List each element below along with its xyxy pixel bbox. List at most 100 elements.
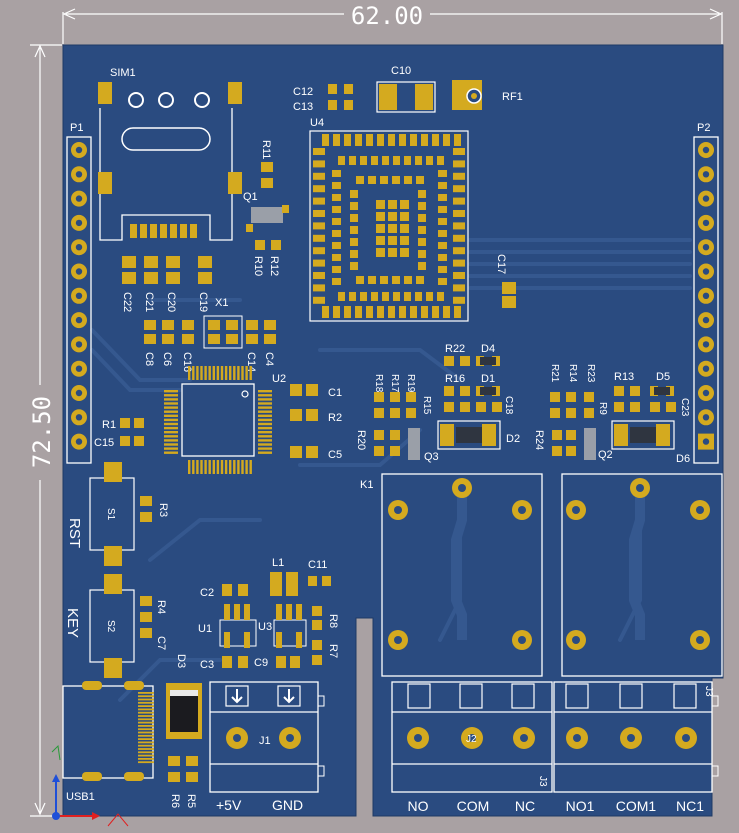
module-pad xyxy=(392,176,400,184)
module-pad xyxy=(438,254,447,261)
module-pad xyxy=(338,292,345,301)
label-s2: S2 xyxy=(105,620,116,633)
label-u4: U4 xyxy=(310,117,324,129)
module-pad xyxy=(360,292,367,301)
usb-pin xyxy=(138,725,154,727)
module-pad xyxy=(344,134,351,146)
label-r17: R17 xyxy=(389,374,400,393)
label-gnd: GND xyxy=(272,797,303,813)
header-pin-hole xyxy=(75,268,83,275)
module-pad xyxy=(416,176,424,184)
label-r19: R19 xyxy=(405,374,416,393)
header-pin-hole xyxy=(702,195,710,202)
module-pad xyxy=(350,190,358,198)
label-r6: R6 xyxy=(169,794,181,808)
qfp-pad xyxy=(258,414,272,417)
module-pad xyxy=(410,306,417,318)
label-j3: J3 xyxy=(537,776,548,787)
module-pad xyxy=(388,200,397,209)
label-r10: R10 xyxy=(252,256,264,276)
module-pad xyxy=(438,242,447,249)
label-c5: C5 xyxy=(328,449,342,461)
label-c12: C12 xyxy=(293,86,313,98)
label-c21: C21 xyxy=(143,292,155,312)
header-pin-hole xyxy=(702,389,710,397)
qfp-pad xyxy=(188,366,191,380)
module-pad xyxy=(453,259,465,267)
module-pad xyxy=(313,222,325,230)
module-pad xyxy=(418,190,426,198)
module-pad xyxy=(418,214,426,222)
label-c19: C19 xyxy=(197,292,209,312)
diode-d3 xyxy=(166,683,202,739)
qfp-pad xyxy=(208,366,211,380)
module-pad xyxy=(388,224,397,233)
label-u1: U1 xyxy=(198,623,212,635)
module-pad xyxy=(453,197,465,205)
module-pad xyxy=(313,197,325,205)
label-no: NO xyxy=(408,798,429,814)
qfp-pad xyxy=(192,366,195,380)
qfp-pad xyxy=(164,439,178,442)
label-u3: U3 xyxy=(258,621,272,633)
module-pad xyxy=(418,202,426,210)
label-r9: R9 xyxy=(597,402,608,415)
module-pad xyxy=(399,306,406,318)
usb-pin xyxy=(138,731,154,734)
module-pad xyxy=(438,230,447,237)
module-pad xyxy=(313,185,325,193)
module-pad xyxy=(392,276,400,284)
module-pad xyxy=(376,248,385,257)
qfp-pad xyxy=(224,366,228,380)
module-pad xyxy=(360,156,367,165)
label-r14: R14 xyxy=(567,364,578,383)
qfp-pad xyxy=(200,366,203,380)
label-d6: D6 xyxy=(676,453,690,465)
module-pad xyxy=(313,234,325,242)
label-r13: R13 xyxy=(614,371,634,383)
module-pad xyxy=(355,134,362,146)
label-r5: R5 xyxy=(185,794,197,808)
label-r7: R7 xyxy=(327,644,339,658)
module-pad xyxy=(376,224,385,233)
qfp-pad xyxy=(164,422,178,426)
qfp-pad xyxy=(212,460,215,474)
label-c2: C2 xyxy=(200,587,214,599)
usb-pin xyxy=(138,728,154,731)
qfp-pad xyxy=(212,366,215,380)
height-dimension-label: 72.50 xyxy=(28,396,56,468)
label-r22: R22 xyxy=(445,343,465,355)
module-pad xyxy=(350,226,358,234)
header-pin-hole xyxy=(702,292,710,299)
dimension-height: 72.50 xyxy=(28,44,62,817)
qfp-pad xyxy=(204,366,207,380)
module-pad xyxy=(393,156,400,165)
qfp-pad xyxy=(164,426,178,430)
module-pad xyxy=(437,156,444,165)
module-pad xyxy=(453,222,465,230)
module-pad xyxy=(380,276,388,284)
header-pin-hole xyxy=(75,195,83,202)
module-pad xyxy=(338,156,345,165)
qfp-pad xyxy=(245,460,248,474)
module-pad xyxy=(400,236,409,245)
qfp-pad xyxy=(164,390,178,393)
qfp-pad xyxy=(216,460,220,474)
module-pad xyxy=(332,278,341,285)
qfp-pad xyxy=(258,418,272,422)
qfp-pad xyxy=(258,398,272,401)
label-p2: P2 xyxy=(697,122,710,134)
qfp-pad xyxy=(216,366,220,380)
module-pad xyxy=(410,134,417,146)
usb-pin xyxy=(138,701,154,704)
header-pin-hole xyxy=(702,268,710,275)
usb-pin xyxy=(138,721,154,724)
module-pad xyxy=(438,278,447,285)
module-pad xyxy=(416,276,424,284)
module-pad xyxy=(426,156,433,165)
module-pad xyxy=(393,292,400,301)
module-pad xyxy=(418,238,426,246)
qfp-pad xyxy=(258,422,272,426)
label-q2: Q2 xyxy=(598,449,613,461)
label-r1: R1 xyxy=(102,419,116,431)
